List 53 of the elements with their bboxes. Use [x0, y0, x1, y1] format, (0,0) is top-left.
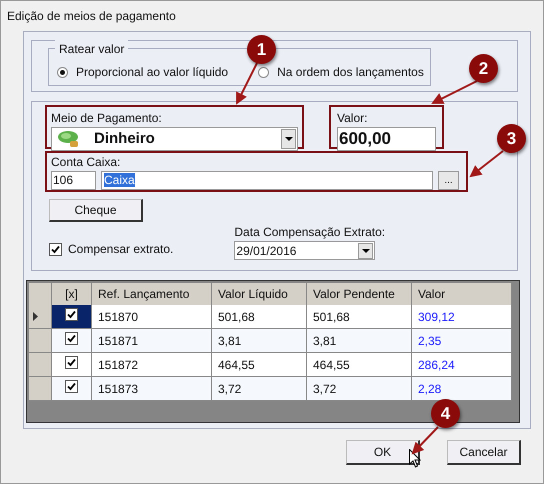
checkbox[interactable]	[65, 356, 78, 369]
table-cell: 3,81	[212, 329, 307, 353]
table-cell: 151870	[92, 305, 212, 329]
browse-button[interactable]: ...	[438, 171, 459, 190]
checkbox[interactable]	[49, 242, 62, 256]
callout-arrow	[431, 80, 478, 104]
checkbox[interactable]	[65, 308, 78, 321]
callout-arrow	[412, 426, 439, 454]
table-cell: 151871	[92, 329, 212, 353]
radio-label: Proporcional ao valor líquido	[76, 64, 228, 81]
payment-method-dropdown[interactable]: Dinheiro	[51, 127, 298, 151]
table-cell: 501,68	[307, 305, 412, 329]
column-header[interactable]: Valor Pendente	[307, 283, 412, 305]
checkbox[interactable]	[65, 332, 78, 345]
table-cell: 464,55	[307, 353, 412, 377]
callout-arrow	[236, 62, 258, 105]
checkbox[interactable]	[65, 380, 78, 393]
column-header[interactable]: Valor Líquido	[212, 283, 307, 305]
amount-field[interactable]: 600,00	[337, 127, 436, 151]
field-label: Meio de Pagamento:	[51, 110, 163, 127]
ok-button[interactable]: OK	[346, 440, 420, 465]
column-header[interactable]: Ref. Lançamento	[92, 283, 212, 305]
table-cell: 464,55	[212, 353, 307, 377]
cancel-button[interactable]: Cancelar	[447, 440, 521, 465]
table-cell: 2,35	[412, 329, 512, 353]
table-cell: 3,72	[212, 377, 307, 401]
radio-button[interactable]	[57, 66, 68, 78]
table-cell: 3,72	[307, 377, 412, 401]
row-pointer-icon	[33, 312, 38, 321]
row-header	[29, 283, 52, 305]
table-cell: 501,68	[212, 305, 307, 329]
field-label: Conta Caixa:	[51, 154, 122, 171]
radio-label: Na ordem dos lançamentos	[277, 64, 424, 81]
account-code-field[interactable]: 106	[51, 171, 96, 190]
cheque-button[interactable]: Cheque	[49, 199, 143, 222]
table-cell: 151872	[92, 353, 212, 377]
checkbox-label: Compensar extrato.	[68, 241, 174, 258]
date-picker[interactable]: 29/01/2016	[234, 241, 376, 260]
account-name-field[interactable]: Caixa	[101, 171, 433, 190]
table-cell: 151873	[92, 377, 212, 401]
table-cell: 2,28	[412, 377, 512, 401]
field-label: Data Compensação Extrato:	[234, 224, 386, 241]
callout-arrow	[469, 150, 504, 178]
mouse-cursor-icon	[409, 449, 421, 468]
table-cell: 3,81	[307, 329, 412, 353]
window-title: Edição de meios de pagamento	[7, 8, 176, 25]
table-cell: 286,24	[412, 353, 512, 377]
radio-button[interactable]	[258, 66, 270, 78]
row-header[interactable]	[29, 305, 52, 329]
column-header[interactable]: Valor	[412, 283, 512, 305]
table-cell: 309,12	[412, 305, 512, 329]
field-label: Valor:	[337, 110, 368, 127]
column-header[interactable]: [x]	[52, 283, 92, 305]
